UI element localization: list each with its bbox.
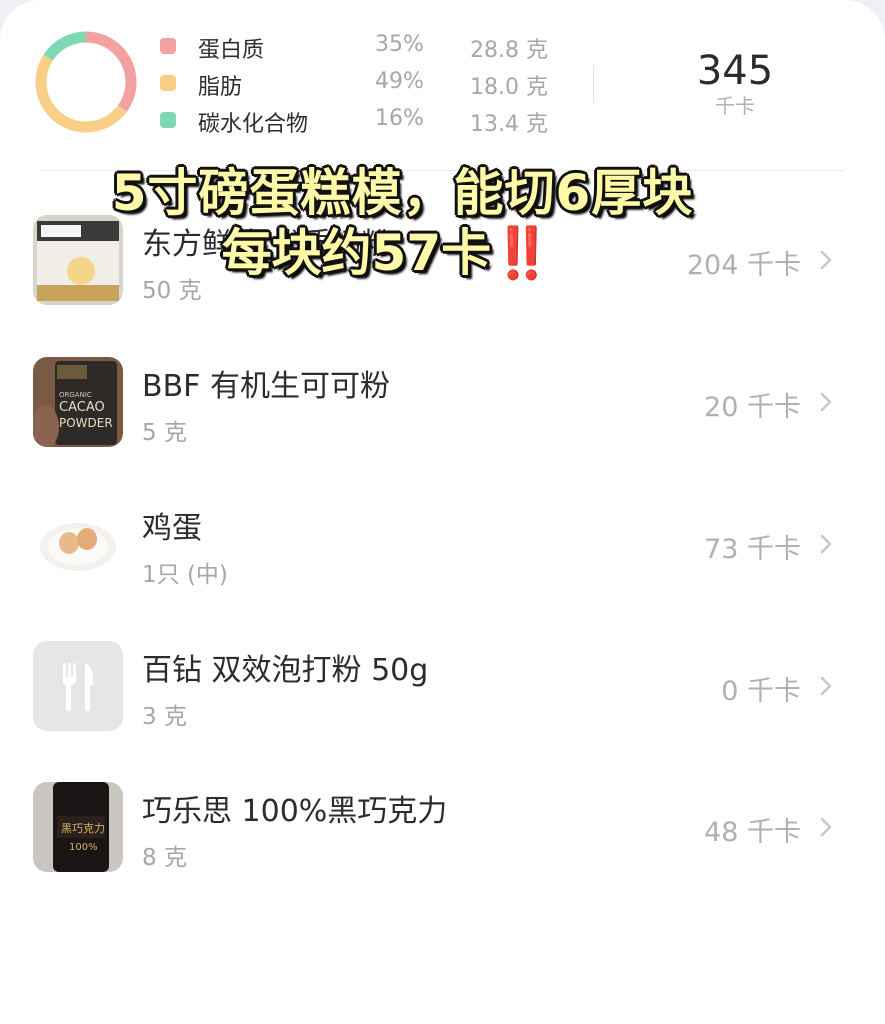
fat-color-dot [160, 75, 176, 91]
chevron-right-icon [820, 250, 832, 270]
food-kcal: 48 千卡 [704, 817, 801, 848]
food-quantity: 8 克 [142, 845, 187, 871]
food-item-milk-powder[interactable]: 东方鲜选 优质奶粉 50 克 204 千卡 [0, 215, 885, 325]
chevron-right-icon [820, 392, 832, 412]
cacao-pack-text-1: ORGANIC [59, 391, 92, 399]
macro-name: 蛋白质 [198, 38, 265, 63]
carbs-color-dot [160, 112, 176, 128]
food-name: BBF 有机生可可粉 [142, 369, 390, 404]
macro-name: 脂肪 [198, 75, 243, 100]
total-kcal-value: 345 [696, 48, 774, 94]
food-name: 巧乐思 100%黑巧克力 [142, 794, 448, 829]
macro-donut-chart [35, 31, 137, 133]
macro-row-carbs: 碳水化合物 16% 13.4 克 [160, 104, 580, 141]
macro-percent: 16% [375, 106, 424, 131]
chocolate-jar-text-2: 100% [69, 842, 98, 853]
cacao-pack-text-3: POWDER [59, 416, 113, 430]
food-name: 鸡蛋 [142, 511, 202, 546]
food-quantity: 3 克 [142, 704, 187, 730]
food-name: 东方鲜选 优质奶粉 [142, 227, 392, 262]
summary-divider [593, 66, 594, 102]
total-calories: 345 千卡 [650, 48, 820, 118]
section-divider [40, 170, 845, 171]
milk-powder-bag-image [33, 215, 123, 305]
total-kcal-unit: 千卡 [715, 94, 755, 118]
dark-chocolate-jar-image: 黑巧克力 100% [33, 782, 123, 872]
food-kcal: 20 千卡 [704, 392, 801, 423]
food-item-cacao[interactable]: ORGANIC CACAO POWDER BBF 有机生可可粉 5 克 20 千… [0, 357, 885, 467]
food-item-baking-powder[interactable]: 百钻 双效泡打粉 50g 3 克 0 千卡 [0, 641, 885, 751]
macro-grams: 18.0 克 [470, 75, 548, 100]
protein-color-dot [160, 38, 176, 54]
macro-legend: 蛋白质 35% 28.8 克 脂肪 49% 18.0 克 碳水化合物 16% 1… [160, 30, 580, 141]
chocolate-jar-text-1: 黑巧克力 [61, 822, 105, 835]
food-quantity: 5 克 [142, 420, 187, 446]
diet-record-card: 蛋白质 35% 28.8 克 脂肪 49% 18.0 克 碳水化合物 16% 1… [0, 0, 885, 1024]
macro-percent: 49% [375, 69, 424, 94]
macro-name: 碳水化合物 [198, 112, 309, 137]
eggs-plate-image [33, 499, 123, 589]
food-item-dark-chocolate[interactable]: 黑巧克力 100% 巧乐思 100%黑巧克力 8 克 48 千卡 [0, 782, 885, 892]
chevron-right-icon [820, 817, 832, 837]
chevron-right-icon [820, 534, 832, 554]
cacao-pack-text-2: CACAO [59, 400, 105, 415]
fork-knife-icon [33, 641, 123, 731]
food-kcal: 204 千卡 [686, 250, 801, 281]
cacao-powder-pack-image: ORGANIC CACAO POWDER [33, 357, 123, 447]
macro-grams: 28.8 克 [470, 38, 548, 63]
macro-row-protein: 蛋白质 35% 28.8 克 [160, 30, 580, 67]
food-item-egg[interactable]: 鸡蛋 1只 (中) 73 千卡 [0, 499, 885, 609]
food-quantity: 1只 (中) [142, 562, 228, 588]
food-kcal: 0 千卡 [721, 676, 801, 707]
macro-grams: 13.4 克 [470, 112, 548, 137]
food-name: 百钻 双效泡打粉 50g [142, 653, 429, 688]
chevron-right-icon [820, 676, 832, 696]
food-quantity: 50 克 [142, 278, 202, 304]
macro-row-fat: 脂肪 49% 18.0 克 [160, 67, 580, 104]
food-kcal: 73 千卡 [704, 534, 801, 565]
macro-percent: 35% [375, 32, 424, 57]
